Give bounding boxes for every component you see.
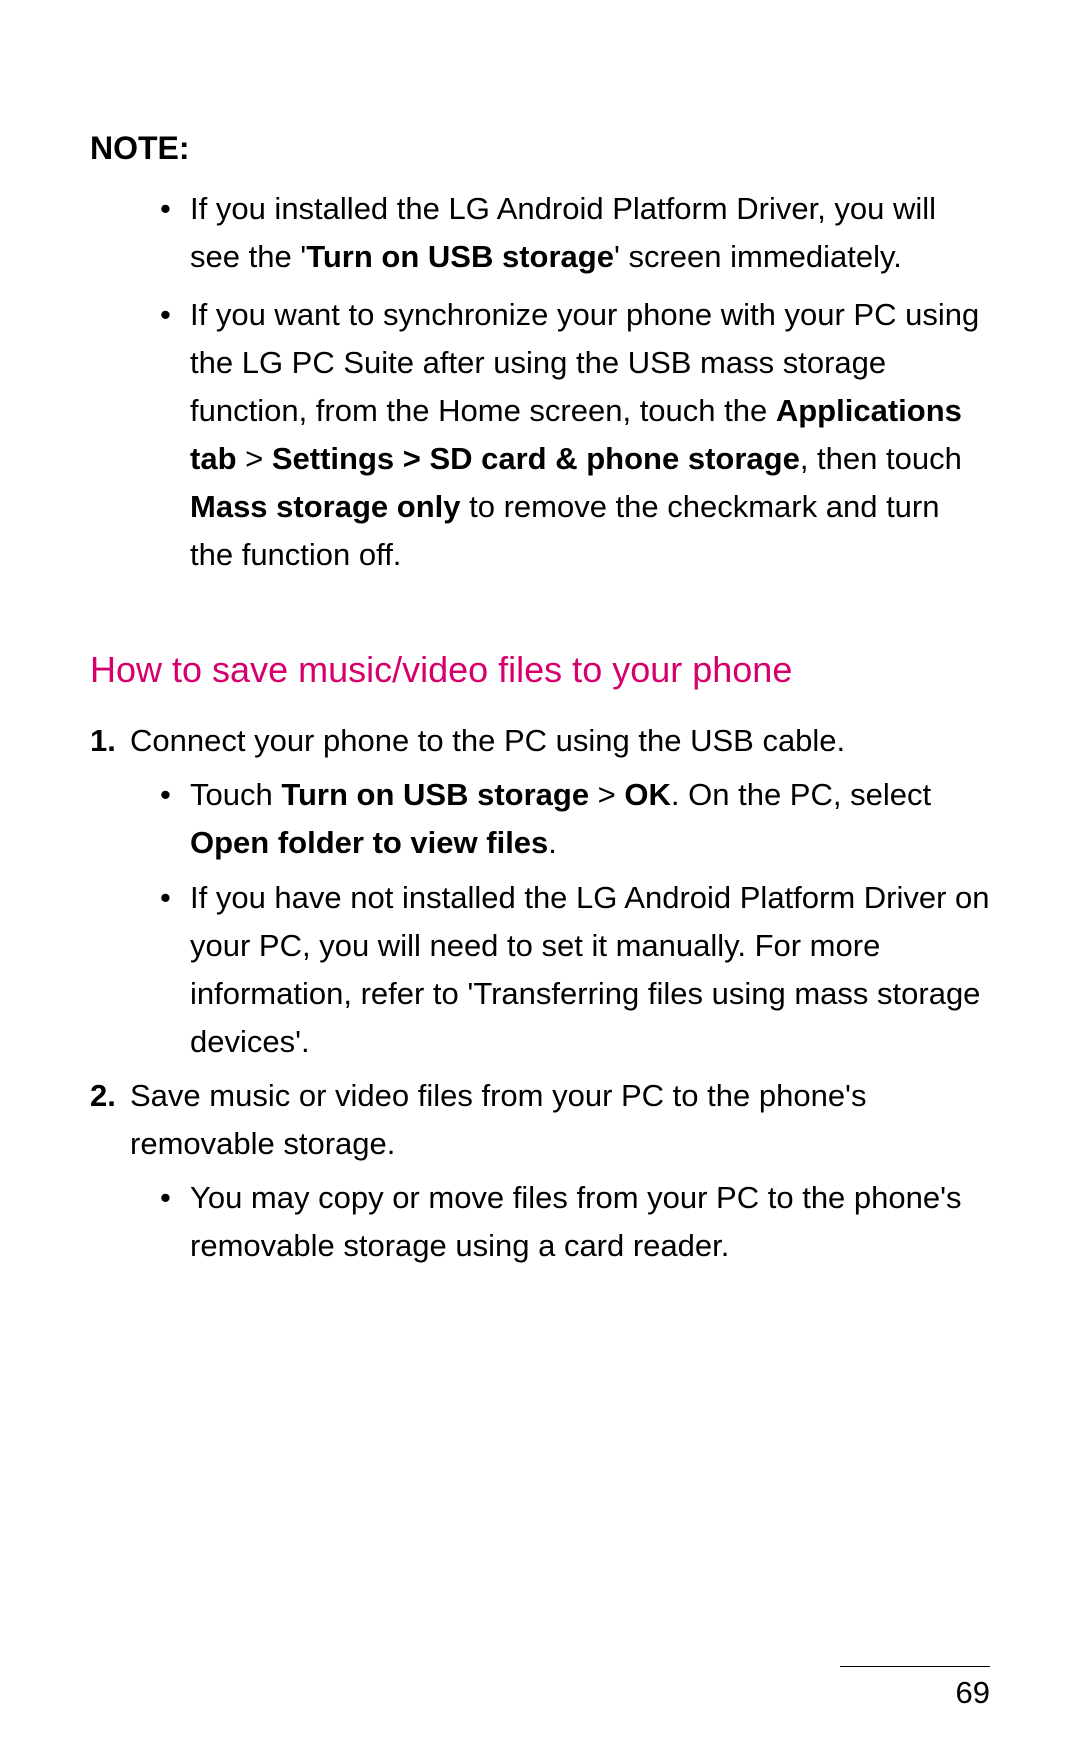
text-segment: . [548,825,557,860]
note-label: NOTE: [90,130,990,167]
sub-list: Touch Turn on USB storage > OK. On the P… [160,771,990,1065]
text-segment: ' screen immediately. [614,239,902,274]
list-item: 2. Save music or video files from your P… [90,1072,990,1270]
text-bold: Turn on USB storage [281,777,589,812]
text-segment: > [589,777,624,812]
page-number-divider [840,1666,990,1667]
text-segment: . On the PC, select [671,777,931,812]
note-list: If you installed the LG Android Platform… [160,185,990,579]
step-number: 2. [90,1072,116,1120]
text-bold: Settings > SD card & phone storage [272,441,800,476]
list-item: You may copy or move files from your PC … [160,1174,990,1270]
step-number: 1. [90,717,116,765]
step-text: Connect your phone to the PC using the U… [130,723,845,758]
section-heading: How to save music/video files to your ph… [90,649,990,691]
text-segment: , then touch [800,441,962,476]
text-segment: Touch [190,777,281,812]
list-item: 1. Connect your phone to the PC using th… [90,717,990,1065]
sub-list: You may copy or move files from your PC … [160,1174,990,1270]
text-bold: Open folder to view files [190,825,548,860]
list-item: If you installed the LG Android Platform… [160,185,990,281]
text-bold: Turn on USB storage [306,239,614,274]
page-number: 69 [840,1666,990,1711]
list-item: If you have not installed the LG Android… [160,874,990,1066]
text-bold: OK [624,777,671,812]
ordered-list: 1. Connect your phone to the PC using th… [90,717,990,1270]
step-text: Save music or video files from your PC t… [130,1078,866,1161]
text-bold: Mass storage only [190,489,460,524]
text-segment: You may copy or move files from your PC … [190,1180,962,1263]
list-item: If you want to synchronize your phone wi… [160,291,990,579]
page-number-value: 69 [956,1675,990,1710]
text-segment: If you have not installed the LG Android… [190,880,990,1059]
text-segment: > [237,441,272,476]
list-item: Touch Turn on USB storage > OK. On the P… [160,771,990,867]
